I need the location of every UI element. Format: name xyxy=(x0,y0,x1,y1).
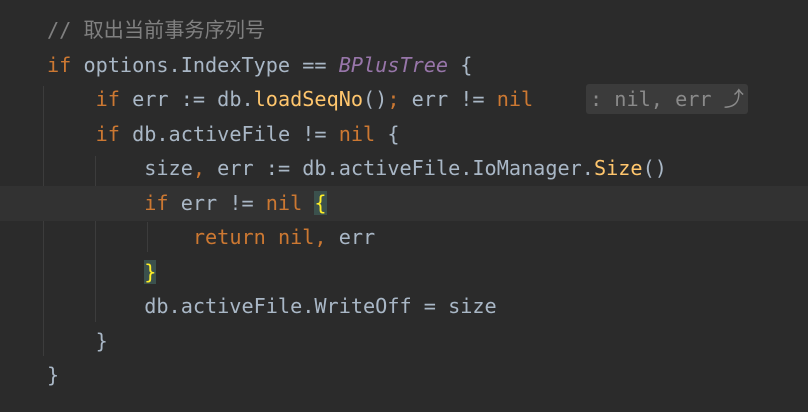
code-token: if xyxy=(95,87,120,111)
code-token: // 取出当前事务序列号 xyxy=(47,18,266,42)
code-line[interactable]: if err := db.loadSeqNo(); err != nil : ni… xyxy=(0,82,808,117)
line-code: // 取出当前事务序列号 xyxy=(47,13,265,48)
code-token: err != xyxy=(399,87,497,111)
code-line[interactable]: } xyxy=(0,324,808,359)
code-editor[interactable]: // 取出当前事务序列号 if options.IndexType == BPl… xyxy=(0,0,808,412)
code-token: return xyxy=(192,225,266,249)
code-token: { xyxy=(448,53,473,77)
code-token: } xyxy=(144,260,157,284)
code-token: { xyxy=(314,191,327,215)
code-token: , xyxy=(314,225,327,249)
code-token: nil xyxy=(265,191,303,215)
code-line[interactable]: db.activeFile.WriteOff = size xyxy=(0,289,808,324)
code-token: err xyxy=(326,225,376,249)
code-line[interactable]: return nil, err xyxy=(0,220,808,255)
code-token: loadSeqNo xyxy=(253,87,364,111)
line-code: if err := db.loadSeqNo(); err != nil xyxy=(47,82,534,117)
code-token: } xyxy=(47,329,108,353)
code-token: size xyxy=(47,156,193,180)
code-token: WriteOff xyxy=(314,294,412,318)
code-token: () xyxy=(363,87,388,111)
code-token: err != xyxy=(168,191,266,215)
line-code: if options.IndexType == BPlusTree { xyxy=(47,48,472,83)
code-token: = size xyxy=(411,294,497,318)
line-code: if err != nil { xyxy=(47,186,327,221)
line-code: } xyxy=(47,324,108,359)
code-token: options.IndexType == xyxy=(71,53,339,77)
line-code: return nil, err xyxy=(47,220,375,255)
code-token: db.activeFile != xyxy=(119,122,339,146)
line-code: if db.activeFile != nil { xyxy=(47,117,400,152)
current-line[interactable]: if err != nil { xyxy=(0,186,808,221)
line-code: } xyxy=(47,255,157,290)
code-token: nil xyxy=(496,87,534,111)
code-token: nil xyxy=(277,225,315,249)
line-code: size, err := db.activeFile.IoManager.Siz… xyxy=(47,151,667,186)
code-token: } xyxy=(47,363,60,387)
line-code: db.activeFile.WriteOff = size xyxy=(47,289,497,324)
inlay-hint: : nil, err ⤴ xyxy=(586,84,748,114)
code-line[interactable]: // 取出当前事务序列号 xyxy=(0,13,808,48)
code-token: db.activeFile. xyxy=(47,294,315,318)
code-line[interactable]: } xyxy=(0,358,808,393)
code-line[interactable]: if options.IndexType == BPlusTree { xyxy=(0,48,808,83)
line-code: } xyxy=(47,358,59,393)
code-token: BPlusTree xyxy=(338,53,449,77)
code-token: ; xyxy=(387,87,400,111)
code-token: err := db.activeFile.IoManager. xyxy=(205,156,594,180)
code-token: { xyxy=(375,122,400,146)
code-token: () xyxy=(642,156,667,180)
code-line[interactable]: if db.activeFile != nil { xyxy=(0,117,808,152)
code-token: nil xyxy=(338,122,376,146)
code-token: err := db. xyxy=(119,87,254,111)
code-token: if xyxy=(95,122,120,146)
code-token: , xyxy=(192,156,206,180)
code-token: Size xyxy=(593,156,643,180)
code-token: if xyxy=(144,191,169,215)
code-line[interactable]: size, err := db.activeFile.IoManager.Siz… xyxy=(0,151,808,186)
code-line[interactable]: } xyxy=(0,255,808,290)
code-token: if xyxy=(47,53,72,77)
